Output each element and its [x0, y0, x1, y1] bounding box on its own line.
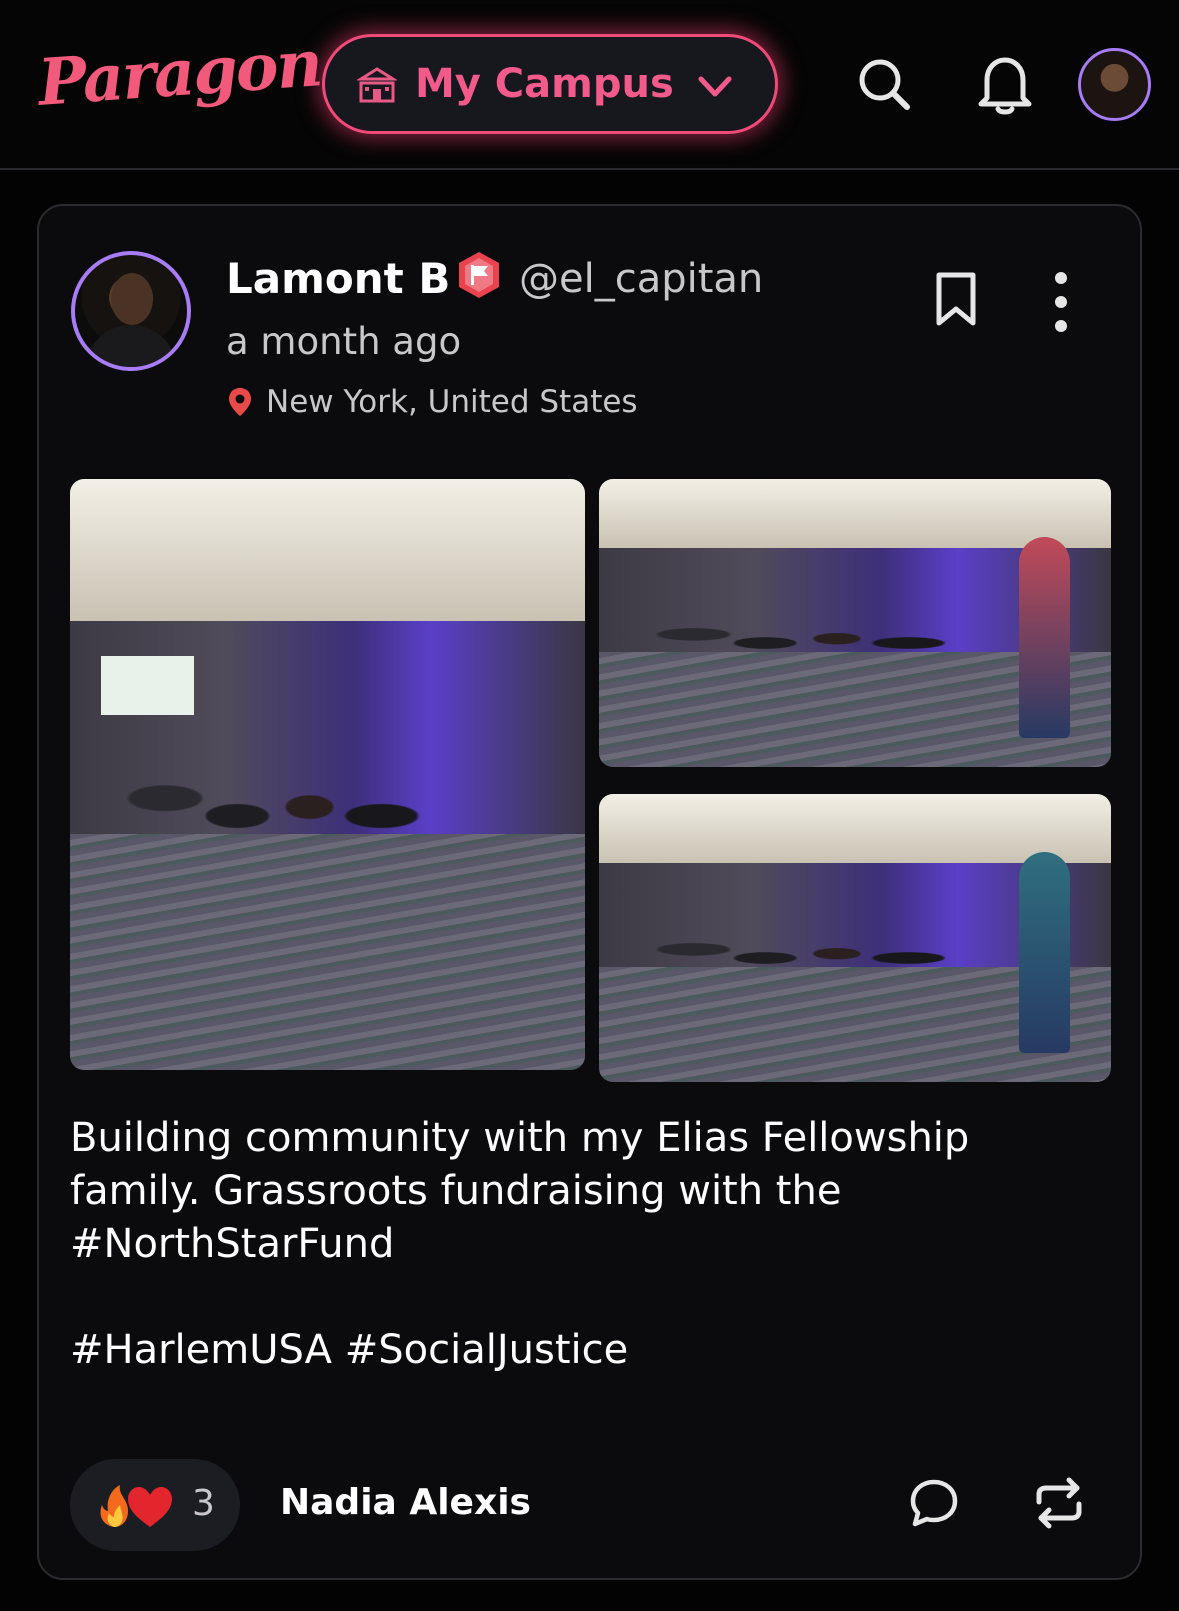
my-campus-label: My Campus	[415, 61, 674, 107]
post-photo-2[interactable]	[599, 479, 1111, 767]
chevron-down-icon	[698, 76, 732, 97]
author-handle[interactable]: @el_capitan	[519, 256, 763, 302]
location-pin-icon	[229, 388, 251, 416]
post-photo-3[interactable]	[599, 794, 1111, 1082]
my-campus-button[interactable]: My Campus	[322, 34, 778, 134]
more-options-icon[interactable]	[1049, 270, 1073, 334]
author-name[interactable]: Lamont B	[226, 254, 450, 303]
post-timestamp: a month ago	[226, 320, 462, 363]
author-avatar[interactable]	[71, 251, 191, 371]
post-photo-1[interactable]	[70, 479, 585, 1070]
comment-icon[interactable]	[909, 1478, 959, 1528]
user-avatar[interactable]	[1078, 48, 1151, 121]
school-icon	[357, 67, 397, 103]
reactions-pill[interactable]: 3	[70, 1459, 240, 1551]
post-body-text: Building community with my Elias Fellows…	[70, 1115, 970, 1373]
verified-badge-icon	[459, 252, 499, 298]
top-bar: Paragon My Campus	[0, 0, 1179, 170]
paragon-logo[interactable]: Paragon	[36, 26, 324, 121]
fire-heart-reaction-icon	[100, 1485, 172, 1527]
bookmark-icon[interactable]	[933, 271, 979, 327]
reaction-count: 3	[192, 1483, 215, 1524]
repost-icon[interactable]	[1033, 1476, 1085, 1530]
location-text: New York, United States	[266, 384, 638, 420]
post-card: Lamont B @el_capitan a month ago New Yor…	[37, 204, 1142, 1580]
post-location[interactable]: New York, United States	[226, 384, 638, 420]
bell-icon[interactable]	[975, 52, 1035, 116]
top-reactor-name[interactable]: Nadia Alexis	[280, 1482, 531, 1523]
search-icon[interactable]	[856, 56, 912, 112]
